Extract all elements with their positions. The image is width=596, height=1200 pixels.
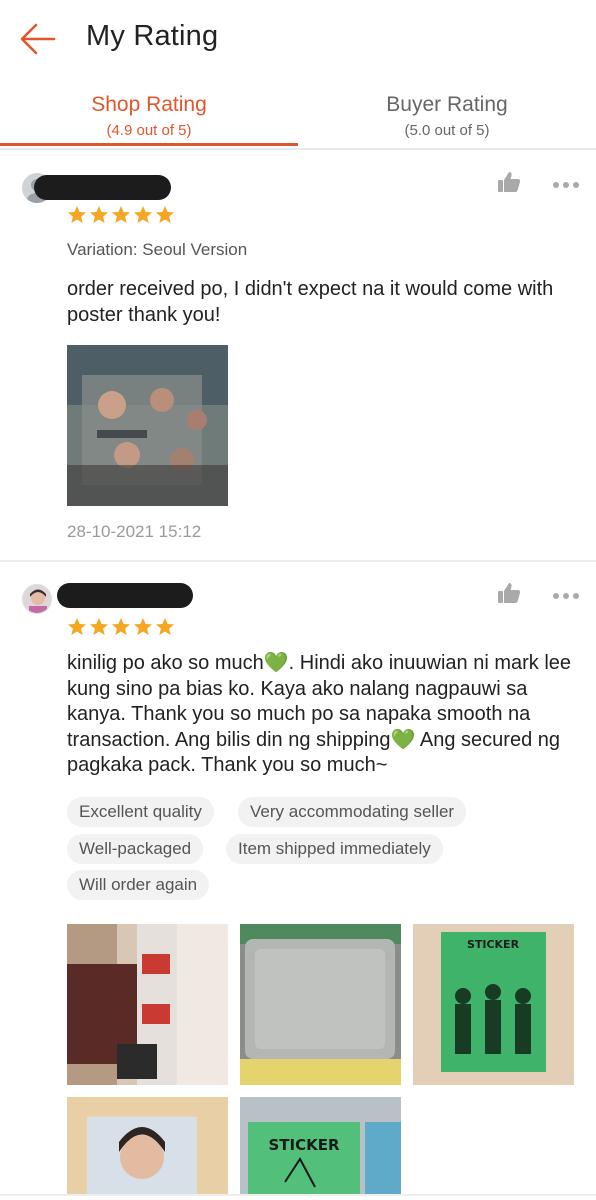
star-icon [134, 206, 152, 223]
star-icon [68, 206, 86, 223]
review-photo[interactable] [67, 1097, 228, 1194]
page-title: My Rating [86, 20, 219, 52]
thumbs-up-icon [498, 583, 521, 603]
package-photo [67, 924, 228, 1085]
photocard-photo [67, 1097, 228, 1194]
review-timestamp: 28-10-2021 15:12 [67, 522, 202, 541]
poster-photo [67, 345, 228, 506]
like-button[interactable] [497, 170, 521, 194]
like-button[interactable] [497, 581, 521, 605]
svg-text:STICKER: STICKER [268, 1136, 339, 1154]
variation-label: Variation: Seoul Version [67, 240, 248, 259]
tab-score: (5.0 out of 5) [404, 122, 490, 139]
tab-label: Buyer Rating [386, 93, 508, 116]
bubble-wrap-photo [240, 924, 401, 1085]
divider [0, 148, 596, 150]
more-options-button[interactable] [552, 588, 580, 599]
review-photo[interactable]: STICKER [413, 924, 574, 1085]
sticker-album-photo: STICKER [413, 924, 574, 1085]
review-divider [0, 560, 596, 562]
back-button[interactable] [18, 22, 58, 56]
star-icon [112, 206, 130, 223]
review-tag[interactable]: Well-packaged [67, 834, 204, 864]
review-tag[interactable]: Excellent quality [67, 797, 214, 827]
review-text: kinilig po ako so much💚. Hindi ako inuuw… [67, 652, 572, 776]
rating-tabs: Shop Rating (4.9 out of 5) Buyer Rating … [0, 80, 596, 148]
tab-score: (4.9 out of 5) [106, 122, 192, 139]
star-icon [68, 618, 86, 635]
svg-text:STICKER: STICKER [467, 938, 520, 951]
tab-label: Shop Rating [91, 93, 207, 116]
star-rating [67, 617, 175, 637]
star-icon [90, 618, 108, 635]
review-tag[interactable]: Very accommodating seller [238, 797, 467, 827]
review-photo[interactable] [67, 345, 228, 506]
active-tab-indicator [0, 143, 298, 146]
tab-shop-rating[interactable]: Shop Rating (4.9 out of 5) [0, 80, 298, 148]
star-icon [134, 618, 152, 635]
star-icon [112, 618, 130, 635]
star-icon [156, 618, 174, 635]
thumbs-up-icon [498, 172, 521, 192]
top-bar: My Rating [0, 0, 596, 78]
sticker-binder-photo: STICKER [240, 1097, 401, 1194]
star-rating [67, 205, 175, 225]
more-dots-icon [553, 593, 579, 599]
avatar-photo [23, 585, 51, 613]
review-tag[interactable]: Item shipped immediately [226, 834, 443, 864]
star-icon [90, 206, 108, 223]
username-redacted [34, 175, 171, 200]
star-icon [156, 206, 174, 223]
review-photo[interactable] [240, 924, 401, 1085]
review-tag[interactable]: Will order again [67, 870, 210, 900]
review-photo[interactable] [67, 924, 228, 1085]
review-photo[interactable]: STICKER [240, 1097, 401, 1194]
more-dots-icon [553, 182, 579, 188]
username-redacted [57, 583, 193, 608]
avatar[interactable] [22, 584, 52, 614]
tab-buyer-rating[interactable]: Buyer Rating (5.0 out of 5) [298, 80, 596, 148]
back-arrow-icon [20, 23, 56, 55]
divider [0, 1194, 596, 1196]
review-text: order received po, I didn't expect na it… [67, 278, 554, 326]
more-options-button[interactable] [552, 177, 580, 188]
